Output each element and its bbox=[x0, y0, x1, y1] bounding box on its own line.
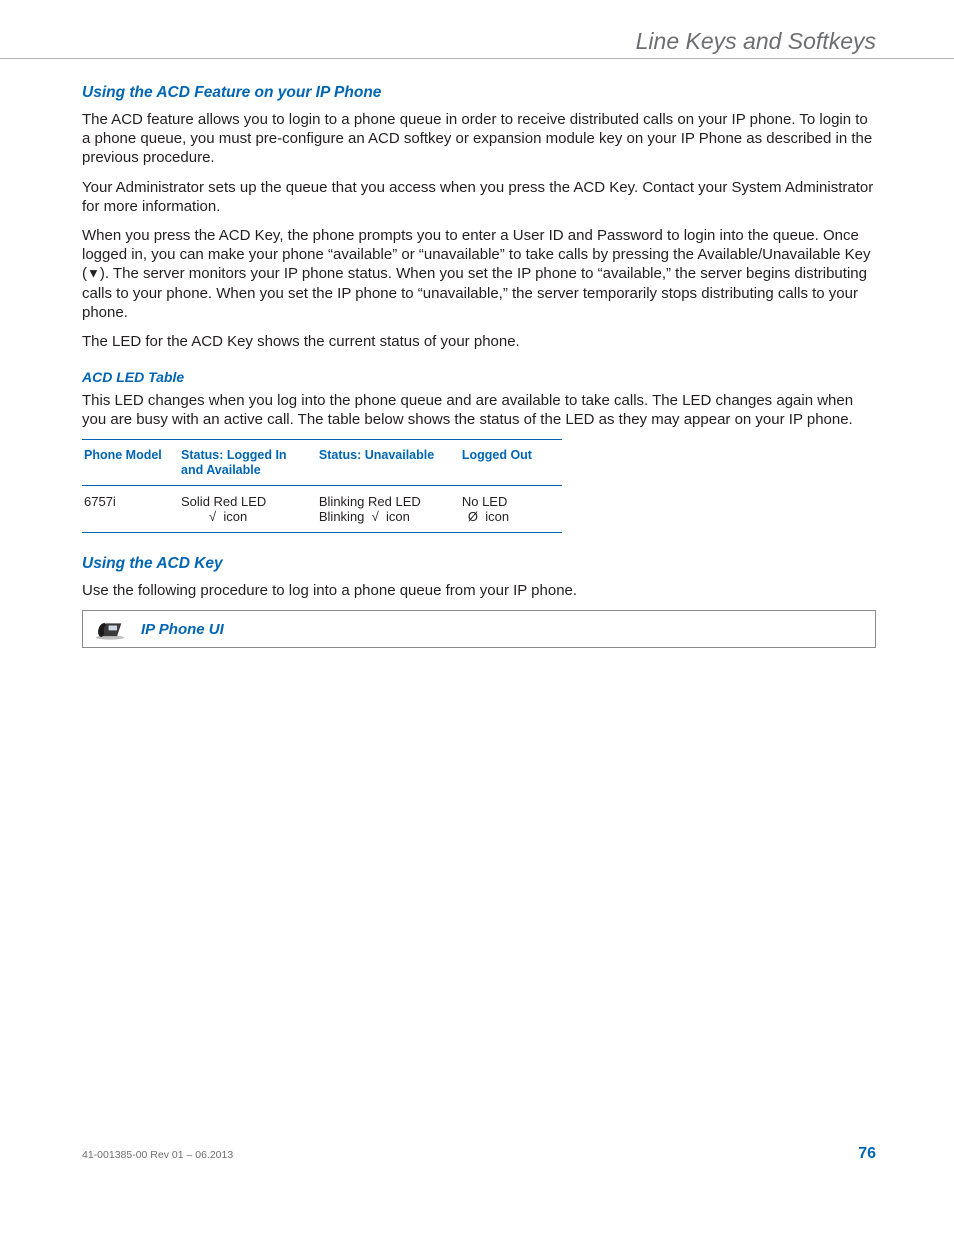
footer: 41-001385-00 Rev 01 – 06.2013 76 bbox=[82, 1145, 876, 1163]
page: Line Keys and Softkeys Using the ACD Fea… bbox=[0, 0, 954, 1235]
heading-acd-led-table: ACD LED Table bbox=[82, 369, 876, 385]
check-icon: √ bbox=[372, 509, 379, 524]
footer-page-number: 76 bbox=[858, 1145, 876, 1163]
nullset-icon: Ø bbox=[468, 509, 478, 524]
text: Blinking √ icon bbox=[319, 509, 454, 524]
text: icon bbox=[223, 509, 247, 524]
check-icon: √ bbox=[209, 509, 216, 524]
table-row: 6757i Solid Red LED √ icon Blinking Red … bbox=[82, 486, 562, 533]
content: Using the ACD Feature on your IP Phone T… bbox=[82, 84, 876, 648]
cell-loggedout: No LED Ø icon bbox=[460, 486, 562, 533]
text: Solid Red LED bbox=[181, 494, 311, 509]
text: icon bbox=[386, 509, 410, 524]
text: Ø icon bbox=[462, 509, 556, 524]
paragraph: The LED for the ACD Key shows the curren… bbox=[82, 332, 876, 351]
text: ). The server monitors your IP phone sta… bbox=[82, 265, 867, 320]
col-status-unavailable: Status: Unavailable bbox=[317, 440, 460, 486]
paragraph: Use the following procedure to log into … bbox=[82, 581, 876, 600]
header-rule bbox=[0, 58, 954, 59]
phone-icon bbox=[93, 617, 127, 641]
cell-available: Solid Red LED √ icon bbox=[179, 486, 317, 533]
heading-acd-feature: Using the ACD Feature on your IP Phone bbox=[82, 84, 876, 102]
heading-using-acd-key: Using the ACD Key bbox=[82, 555, 876, 573]
cell-unavailable: Blinking Red LED Blinking √ icon bbox=[317, 486, 460, 533]
text: No LED bbox=[462, 494, 556, 509]
col-logged-out: Logged Out bbox=[460, 440, 562, 486]
paragraph: This LED changes when you log into the p… bbox=[82, 391, 876, 429]
col-phone-model: Phone Model bbox=[82, 440, 179, 486]
text: Blinking bbox=[319, 509, 365, 524]
paragraph: When you press the ACD Key, the phone pr… bbox=[82, 226, 876, 322]
text: Blinking Red LED bbox=[319, 494, 454, 509]
table-header-row: Phone Model Status: Logged In and Availa… bbox=[82, 440, 562, 486]
footer-docid: 41-001385-00 Rev 01 – 06.2013 bbox=[82, 1149, 233, 1161]
acd-led-table: Phone Model Status: Logged In and Availa… bbox=[82, 439, 562, 533]
paragraph: Your Administrator sets up the queue tha… bbox=[82, 178, 876, 216]
page-header-title: Line Keys and Softkeys bbox=[636, 28, 876, 55]
text: √ icon bbox=[181, 509, 311, 524]
callout-ip-phone-ui: IP Phone UI bbox=[82, 610, 876, 648]
triangle-down-icon: ▼ bbox=[87, 266, 100, 281]
text: icon bbox=[485, 509, 509, 524]
col-status-available: Status: Logged In and Available bbox=[179, 440, 317, 486]
paragraph: The ACD feature allows you to login to a… bbox=[82, 110, 876, 168]
cell-model: 6757i bbox=[82, 486, 179, 533]
callout-title: IP Phone UI bbox=[141, 621, 224, 638]
